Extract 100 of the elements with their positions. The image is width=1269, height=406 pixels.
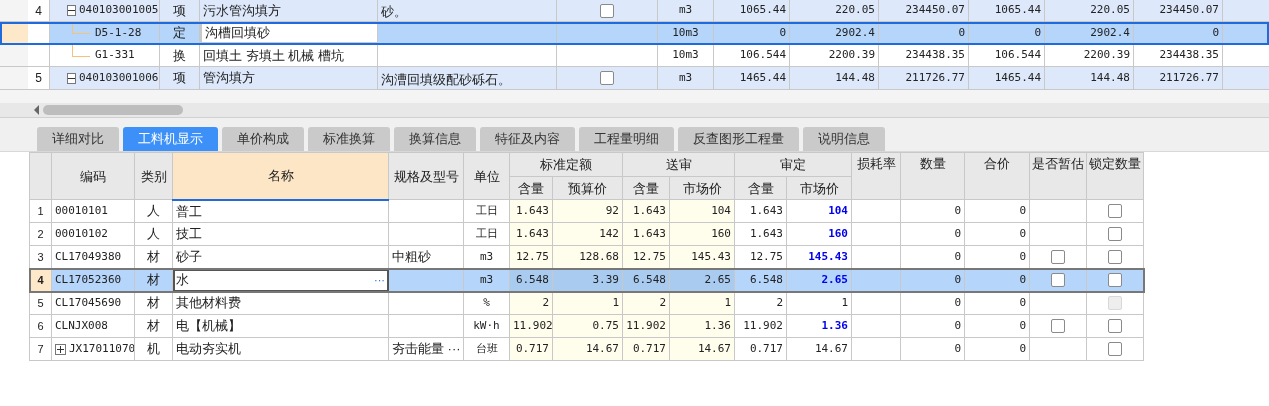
material-code: CL17045690 <box>55 295 122 309</box>
numeric-value: 0 <box>954 295 961 309</box>
numeric-value: 2902.4 <box>835 24 875 41</box>
numeric-value: 11.902 <box>743 318 783 332</box>
numeric-value: 0 <box>954 341 961 355</box>
numeric-value: 0.717 <box>632 341 666 355</box>
type-label: 定 <box>173 24 186 43</box>
checkbox[interactable] <box>1051 319 1065 333</box>
item-name: 管沟填方 <box>203 69 255 88</box>
numeric-value: 234450.07 <box>1159 2 1219 19</box>
numeric-value: 6.548 <box>749 272 783 286</box>
table-row[interactable]: 5 CL17045690 材 其他材料费 % 2 1 2 1 2 1 0 0 <box>29 291 1144 315</box>
column-header[interactable]: 送审 <box>622 152 735 177</box>
numeric-value: 0 <box>1019 203 1026 217</box>
checkbox[interactable] <box>600 71 614 85</box>
table-row[interactable]: 1 00010101 人 普工 工日 1.643 92 1.643 104 1.643 104 0 0 <box>29 199 1144 223</box>
numeric-value: 0 <box>954 203 961 217</box>
numeric-value: 0 <box>954 226 961 240</box>
tab[interactable]: 单价构成 <box>222 127 304 151</box>
checkbox[interactable] <box>1108 319 1122 333</box>
tab[interactable]: 说明信息 <box>803 127 885 151</box>
category-label: 材 <box>147 295 160 311</box>
numeric-value: 106.544 <box>739 47 786 64</box>
numeric-value: 128.68 <box>579 249 619 263</box>
checkbox[interactable] <box>1108 227 1122 241</box>
checkbox[interactable] <box>1051 250 1065 264</box>
numeric-value: 0.717 <box>515 341 549 355</box>
collapse-icon[interactable] <box>67 72 76 84</box>
column-header[interactable]: 锁定数量 <box>1086 152 1144 200</box>
tab[interactable]: 反查图形工程量 <box>678 127 799 151</box>
numeric-value: 144.48 <box>1090 69 1130 86</box>
row-gutter <box>0 0 28 21</box>
numeric-value: 0 <box>1019 341 1026 355</box>
unit-label: 工日 <box>475 203 498 217</box>
material-name: 电【机械】 <box>176 318 241 334</box>
numeric-value: 1 <box>612 295 619 309</box>
type-label: 项 <box>173 69 186 88</box>
unit-label: kW·h <box>473 318 500 332</box>
checkbox[interactable] <box>1108 204 1122 218</box>
scroll-left-icon[interactable] <box>33 105 41 115</box>
row-gutter <box>0 22 28 44</box>
table-row[interactable]: 2 00010102 人 技工 工日 1.643 142 1.643 160 1.643 160 0 0 <box>29 222 1144 246</box>
row-number: 5 <box>29 291 52 315</box>
checkbox[interactable] <box>1051 273 1065 287</box>
numeric-value: 3.39 <box>592 272 619 286</box>
checkbox[interactable] <box>1108 273 1122 287</box>
tab[interactable]: 工程量明细 <box>579 127 674 151</box>
numeric-value: 1065.44 <box>739 2 786 19</box>
numeric-value: 220.05 <box>835 2 875 19</box>
table-row[interactable]: 6 CLNJX008 材 电【机械】 kW·h 11.902 0.75 11.902 1.36 11.902 1.36 0 0 <box>29 314 1144 338</box>
column-header[interactable]: 编码 <box>51 152 135 200</box>
column-header[interactable]: 审定 <box>734 152 852 177</box>
numeric-value: 1.643 <box>515 203 549 217</box>
material-code: CL17049380 <box>55 249 122 263</box>
tab[interactable]: 详细对比 <box>37 127 119 151</box>
tab[interactable]: 换算信息 <box>394 127 476 151</box>
row-number: 4 <box>29 268 52 292</box>
column-header[interactable]: 名称 <box>172 152 389 200</box>
column-header[interactable]: 合价 <box>964 152 1030 200</box>
item-feature: 沟漕回填级配砂砾石。 <box>381 70 511 89</box>
column-header[interactable]: 数量 <box>900 152 965 200</box>
more-button[interactable]: ··· <box>374 274 385 286</box>
checkbox[interactable] <box>1108 342 1122 356</box>
tree-row[interactable]: 4 040103001005 项 污水管沟填方 砂。 m3 1065.44 220.05 234450.07 1065.44 220.05 234450.07 <box>0 0 1269 22</box>
horizontal-scrollbar-thumb[interactable] <box>43 105 183 115</box>
selected-row[interactable]: D5-1-28 定 沟槽回填砂 10m3 0 2902.4 0 0 2902.4 0 <box>0 22 1269 45</box>
column-header[interactable]: 类别 <box>134 152 173 200</box>
collapse-icon[interactable] <box>67 5 76 16</box>
numeric-value: 2200.39 <box>828 47 875 64</box>
numeric-value: 0 <box>1034 24 1041 41</box>
column-header[interactable]: 标准定额 <box>509 152 623 177</box>
numeric-value: 14.67 <box>697 341 731 355</box>
tree-row[interactable]: G1-331 换 回填土 夯填土 机械 槽坑 10m3 106.544 2200.39 234438.35 106.544 2200.39 234438.35 <box>0 45 1269 67</box>
table-row[interactable]: 3 CL17049380 材 砂子 中粗砂 m3 12.75 128.68 12.75 145.43 12.75 145.43 0 0 <box>29 245 1144 269</box>
selected-row[interactable]: 4 CL17052360 材 水 ··· m3 6.548 3.39 6.548 2.65 6.548 2.65 0 0 <box>29 268 1144 292</box>
tab[interactable]: 标准换算 <box>308 127 390 151</box>
column-header[interactable]: 规格及型号 <box>388 152 464 200</box>
unit-label: 台班 <box>475 341 498 355</box>
row-number: 2 <box>29 222 52 246</box>
numeric-value: 0 <box>954 318 961 332</box>
material-code: CLNJX008 <box>55 318 108 332</box>
numeric-value: 0 <box>954 272 961 286</box>
numeric-value: 0 <box>954 249 961 263</box>
column-header[interactable]: 损耗率 <box>851 152 901 200</box>
checkbox[interactable] <box>600 3 614 18</box>
column-header[interactable]: 单位 <box>463 152 510 200</box>
tree-row[interactable]: 5 040103001006 项 管沟填方 沟漕回填级配砂砾石。 m3 1465.44 144.48 211726.77 1465.44 144.48 211726.77 <box>0 67 1269 90</box>
tab[interactable]: 特征及内容 <box>480 127 575 151</box>
expand-icon[interactable] <box>55 343 66 355</box>
quota-code: D5-1-28 <box>95 24 142 41</box>
numeric-value: 0 <box>1019 295 1026 309</box>
checkbox[interactable] <box>1108 250 1122 264</box>
spec-text: 夯击能量 ··· <box>392 341 461 357</box>
numeric-value: 0 <box>779 24 786 41</box>
material-name: 砂子 <box>176 249 202 265</box>
category-label: 材 <box>147 249 160 265</box>
column-header[interactable]: 是否暂估 <box>1029 152 1087 200</box>
numeric-value: 2902.4 <box>1090 24 1130 41</box>
numeric-value: 104 <box>828 203 848 217</box>
numeric-value: 0 <box>958 24 965 41</box>
